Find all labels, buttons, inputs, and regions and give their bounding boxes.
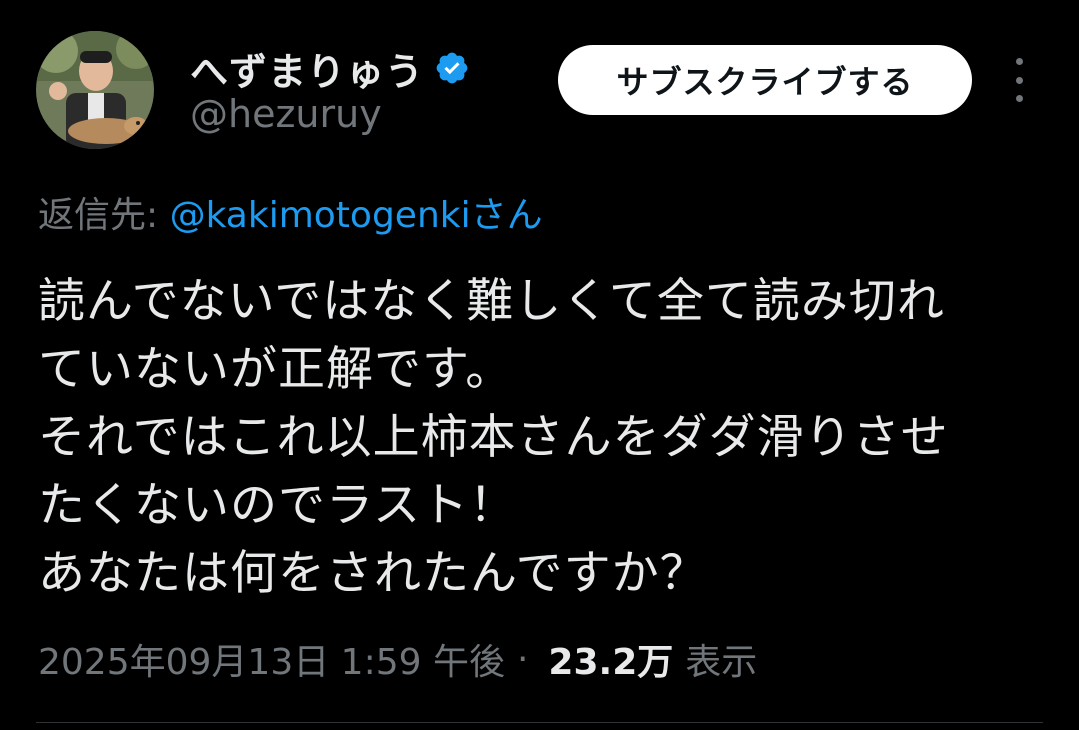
tweet-line: ていないが正解です。 <box>38 342 514 397</box>
tweet-line: 読んでないではなく難しくて全て読み切れ <box>38 274 945 329</box>
verified-badge-icon[interactable] <box>434 50 470 86</box>
reply-prefix: 返信先: <box>38 195 170 236</box>
reply-to-line: 返信先: @kakimotogenkiさん <box>38 186 543 238</box>
user-name-row[interactable]: へずまりゅう <box>190 38 470 98</box>
profile-photo <box>36 31 154 149</box>
views-label: 表示 <box>685 642 758 683</box>
user-handle[interactable]: @hezuruy <box>190 92 382 136</box>
tweet-text: 読んでないではなく難しくて全て読み切れ ていないが正解です。 それではこれ以上柿… <box>38 268 1048 608</box>
tweet-line: たくないのでラスト！ <box>38 478 518 533</box>
reply-target-handle[interactable]: @kakimotogenki <box>170 195 471 236</box>
views-count[interactable]: 23.2万 <box>548 633 673 685</box>
divider <box>36 722 1043 723</box>
tweet-line: あなたは何をされたんですか？ <box>38 546 708 601</box>
tweet-meta: 2025年09月13日 1:59 午後 · 23.2万 表示 <box>38 633 757 685</box>
more-dot <box>1015 58 1023 65</box>
avatar[interactable] <box>36 31 154 149</box>
more-dot <box>1015 95 1023 102</box>
reply-target-suffix[interactable]: さん <box>471 195 543 236</box>
meta-separator: · <box>516 638 529 680</box>
tweet-line: それではこれ以上柿本さんをダダ滑りさせ <box>38 410 949 465</box>
subscribe-button[interactable]: サブスクライブする <box>558 45 972 115</box>
more-dot <box>1015 76 1023 84</box>
reply-target-link[interactable]: @kakimotogenkiさん <box>170 195 543 236</box>
timestamp[interactable]: 2025年09月13日 1:59 午後 <box>38 633 505 685</box>
display-name[interactable]: へずまりゅう <box>190 41 424 96</box>
more-vertical-icon[interactable] <box>1004 58 1034 102</box>
